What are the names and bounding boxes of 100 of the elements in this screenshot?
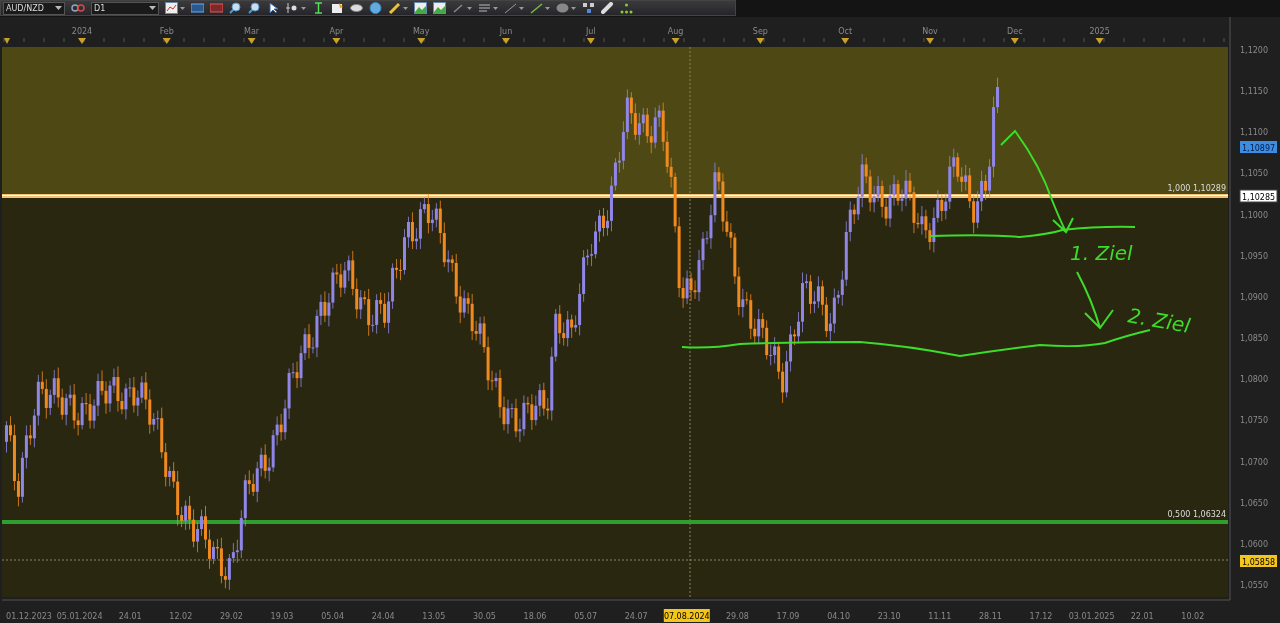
ellipse-icon[interactable] (556, 2, 569, 14)
month-label: Feb (159, 27, 174, 36)
month-label: Apr (329, 27, 344, 36)
text-cursor-icon[interactable] (312, 2, 325, 14)
date-label: 11.11 (928, 612, 952, 621)
month-marker-icon (671, 38, 680, 44)
caret-icon[interactable] (493, 6, 498, 10)
date-label: 12.02 (169, 612, 193, 621)
note-icon[interactable] (331, 2, 344, 14)
date-label: 24.01 (118, 612, 142, 621)
date-label: 19.03 (270, 612, 294, 621)
date-label: 05.07 (574, 612, 598, 621)
level-label: 1,000 1,10289 (1167, 184, 1226, 193)
selected-date-label: 07.08.2024 (663, 609, 710, 622)
caret-icon (149, 6, 156, 10)
caret-icon[interactable] (571, 6, 576, 10)
date-label: 10.02 (1181, 612, 1205, 621)
grid-dots-icon[interactable] (582, 2, 595, 14)
price-label: 1,1200 (1240, 46, 1268, 55)
date-label: 18.06 (523, 612, 547, 621)
bar-style-icon[interactable] (191, 2, 204, 14)
date-label: 24.04 (371, 612, 395, 621)
price-label: 1,0600 (1240, 539, 1268, 549)
chart-type-icon[interactable] (165, 2, 178, 14)
caret-icon[interactable] (467, 6, 472, 10)
month-label: Jul (585, 27, 596, 36)
month-marker-icon (4, 38, 10, 44)
date-label: 04.10 (827, 612, 851, 621)
level-label: 0,500 1,06324 (1167, 510, 1226, 519)
zoom-in-icon[interactable] (229, 2, 242, 14)
month-marker-icon (841, 38, 850, 44)
price-label: 1,0650 (1240, 498, 1268, 508)
month-label: Dec (1007, 27, 1023, 36)
date-label: 30.05 (472, 612, 496, 621)
month-marker-icon (1095, 38, 1104, 44)
date-label: 29.02 (219, 612, 243, 621)
date-label: 05.01.2024 (56, 612, 103, 621)
price-label: 1,0950 (1240, 251, 1268, 261)
price-label: 1,1100 (1240, 128, 1268, 138)
ruler-icon[interactable] (388, 2, 401, 14)
month-marker-icon (417, 38, 426, 44)
caret-icon[interactable] (519, 6, 524, 10)
eraser-icon[interactable] (601, 2, 614, 14)
month-label: Oct (838, 27, 853, 36)
line-tool-icon[interactable] (504, 2, 517, 14)
month-marker-icon (332, 38, 341, 44)
month-label: 2024 (71, 27, 93, 36)
month-label: Aug (667, 27, 684, 36)
month-marker-icon (1010, 38, 1019, 44)
month-label: Mar (244, 27, 260, 36)
candle-style-icon[interactable] (210, 2, 223, 14)
cursor-icon[interactable] (267, 2, 280, 14)
month-label: Sep (752, 27, 768, 36)
price-label: 1,0750 (1240, 416, 1268, 426)
price-label: 1,1050 (1240, 169, 1268, 179)
price-label: 1,1000 (1240, 210, 1268, 220)
date-label: 05.04 (321, 612, 345, 621)
handwritten-arrow (1076, 271, 1114, 329)
date-label: 29.08 (725, 612, 749, 621)
date-label: 17.09 (776, 612, 800, 621)
date-label: 28.11 (978, 612, 1002, 621)
crosshair-icon[interactable] (286, 2, 299, 14)
handwritten-label: 2. Ziel (1126, 303, 1192, 338)
price-label: 1,1150 (1240, 87, 1268, 97)
link-icon[interactable] (71, 3, 85, 13)
caret-icon (55, 6, 62, 10)
handwritten-label: 1. Ziel (1070, 241, 1133, 265)
month-marker-icon (162, 38, 171, 44)
caret-icon[interactable] (545, 6, 550, 10)
month-label: Jun (499, 27, 513, 36)
month-marker-icon (502, 38, 510, 44)
month-label: 2025 (1089, 27, 1110, 36)
date-label: 13.05 (422, 612, 446, 621)
price-label: 1,0900 (1240, 292, 1268, 302)
zoom-out-icon[interactable] (248, 2, 261, 14)
price-tag: 1,10285 (1239, 189, 1278, 203)
caret-icon[interactable] (403, 6, 408, 10)
date-label: 24.07 (624, 612, 648, 621)
caret-icon[interactable] (301, 6, 306, 10)
price-label: 1,0850 (1240, 334, 1268, 344)
date-label: 17.12 (1029, 612, 1053, 621)
month-marker-icon (586, 38, 595, 44)
caret-icon[interactable] (180, 6, 185, 10)
month-label: May (412, 27, 430, 36)
trend-line-icon[interactable] (530, 2, 543, 14)
price-tag: 1,10897 (1240, 141, 1277, 153)
lines-icon[interactable] (478, 2, 491, 14)
dots-icon[interactable] (620, 2, 633, 14)
picture-icon[interactable] (433, 2, 446, 14)
price-label: 1,0800 (1240, 375, 1268, 385)
date-label: 23.10 (877, 612, 901, 621)
month-marker-icon (247, 38, 256, 44)
image-icon[interactable] (414, 2, 427, 14)
date-label: 03.01.2025 (1068, 612, 1115, 621)
symbol-select[interactable]: AUD/NZD (3, 1, 65, 15)
month-marker-icon (756, 38, 765, 44)
date-label: 22.01 (1130, 612, 1154, 621)
month-label: Nov (922, 27, 938, 36)
month-marker-icon (78, 38, 86, 44)
timeframe-select[interactable]: D1 (91, 1, 159, 15)
